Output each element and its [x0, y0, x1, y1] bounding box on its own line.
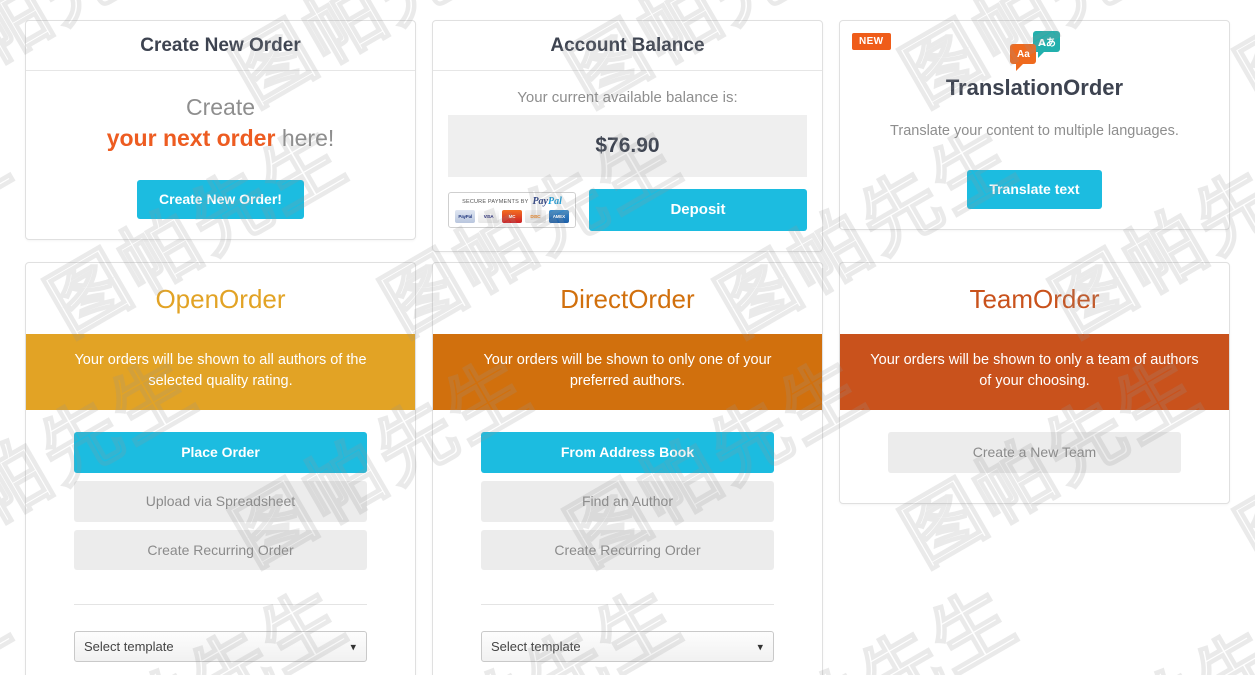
- translate-text-button[interactable]: Translate text: [967, 170, 1102, 209]
- team-order-card: TeamOrder Your orders will be shown to o…: [838, 262, 1230, 504]
- balance-amount: $76.90: [595, 134, 660, 157]
- open-order-title: OpenOrder: [155, 284, 286, 314]
- create-order-header: Create New Order: [26, 21, 415, 71]
- balance-box: $76.90: [447, 115, 807, 177]
- open-order-header: OpenOrder: [26, 263, 415, 334]
- translation-order-card: NEW Aあ Aa TranslationOrder Translate you…: [838, 20, 1230, 230]
- paypal-card-icon: PayPal: [454, 210, 476, 223]
- speech-bubble-front-icon: Aa: [1010, 44, 1037, 71]
- column-team-order: TeamOrder Your orders will be shown to o…: [831, 262, 1238, 675]
- column-open-order: OpenOrder Your orders will be shown to a…: [17, 262, 424, 675]
- card-grid: Create New Order Create your next order …: [0, 0, 1255, 675]
- amex-card-icon: AMEX: [548, 210, 569, 223]
- open-order-card: OpenOrder Your orders will be shown to a…: [25, 262, 416, 675]
- paypal-logo: PayPal: [532, 196, 562, 207]
- promo-line-one: Create: [185, 94, 256, 120]
- direct-order-divider: [480, 604, 774, 606]
- account-balance-body: Your current available balance is: $76.9…: [433, 71, 822, 251]
- translation-bubbles-icon: Aあ Aa: [1005, 31, 1063, 73]
- accepted-cards-row: PayPal VISA MC DISC AMEX: [454, 210, 569, 223]
- paypal-secure-text: SECURE PAYMENTS BY: [462, 198, 529, 205]
- translation-order-description: Translate your content to multiple langu…: [890, 123, 1179, 139]
- column-account-balance: Account Balance Your current available b…: [424, 20, 831, 252]
- column-direct-order: DirectOrder Your orders will be shown to…: [424, 262, 831, 675]
- place-order-button[interactable]: Place Order: [74, 432, 367, 473]
- create-new-order-button[interactable]: Create New Order!: [137, 180, 304, 219]
- promo-highlight: your next order: [106, 124, 276, 151]
- translation-order-title: TranslationOrder: [945, 75, 1124, 100]
- open-order-body: Place Order Upload via Spreadsheet Creat…: [26, 410, 415, 675]
- from-address-book-button[interactable]: From Address Book: [480, 432, 774, 473]
- mastercard-card-icon: MC: [501, 210, 523, 223]
- balance-label: Your current available balance is:: [517, 89, 738, 106]
- paypal-badge-top: SECURE PAYMENTS BY PayPal: [455, 196, 569, 207]
- account-balance-title: Account Balance: [550, 35, 705, 56]
- deposit-button[interactable]: Deposit: [588, 189, 807, 231]
- direct-order-band: Your orders will be shown to only one of…: [432, 334, 822, 411]
- open-order-template-wrap: Select template ▾: [74, 631, 367, 663]
- column-translation-order: NEW Aあ Aa TranslationOrder Translate you…: [831, 20, 1238, 252]
- find-an-author-button[interactable]: Find an Author: [480, 480, 774, 522]
- direct-order-template-wrap: Select template ▾: [480, 631, 774, 663]
- promo-tail: here!: [275, 124, 335, 151]
- direct-order-title: DirectOrder: [560, 284, 695, 314]
- team-order-band: Your orders will be shown to only a team…: [839, 334, 1229, 411]
- visa-card-icon: VISA: [478, 210, 499, 223]
- create-order-promo: Create your next order here!: [41, 92, 400, 153]
- page-root: Create New Order Create your next order …: [0, 0, 1255, 675]
- column-create-order: Create New Order Create your next order …: [17, 20, 424, 252]
- open-order-band: Your orders will be shown to all authors…: [26, 334, 415, 411]
- new-badge: NEW: [851, 33, 891, 50]
- create-order-body: Create your next order here! Create New …: [26, 71, 415, 239]
- translation-order-body: NEW Aあ Aa TranslationOrder Translate you…: [840, 21, 1229, 229]
- create-recurring-order-button[interactable]: Create Recurring Order: [74, 529, 367, 571]
- direct-order-card: DirectOrder Your orders will be shown to…: [431, 262, 823, 675]
- team-order-header: TeamOrder: [840, 263, 1229, 334]
- open-order-divider: [74, 604, 367, 606]
- team-order-title: TeamOrder: [969, 284, 1100, 314]
- team-order-body: Create a New Team: [840, 410, 1229, 503]
- payment-row: SECURE PAYMENTS BY PayPal PayPal VISA MC…: [447, 189, 807, 231]
- direct-order-header: DirectOrder: [433, 263, 822, 334]
- create-recurring-order-button[interactable]: Create Recurring Order: [480, 529, 774, 571]
- discover-card-icon: DISC: [525, 210, 546, 223]
- speech-bubble-back-icon: Aあ: [1033, 31, 1061, 58]
- open-order-template-select[interactable]: Select template: [74, 631, 367, 663]
- paypal-secure-badge: SECURE PAYMENTS BY PayPal PayPal VISA MC…: [447, 192, 576, 228]
- direct-order-body: From Address Book Find an Author Create …: [433, 410, 822, 675]
- upload-via-spreadsheet-button[interactable]: Upload via Spreadsheet: [74, 480, 367, 522]
- create-new-order-card: Create New Order Create your next order …: [25, 20, 416, 240]
- direct-order-template-select[interactable]: Select template: [480, 631, 774, 663]
- create-a-new-team-button[interactable]: Create a New Team: [887, 432, 1181, 473]
- create-order-title: Create New Order: [140, 35, 301, 56]
- account-balance-card: Account Balance Your current available b…: [431, 20, 823, 252]
- account-balance-header: Account Balance: [432, 21, 822, 71]
